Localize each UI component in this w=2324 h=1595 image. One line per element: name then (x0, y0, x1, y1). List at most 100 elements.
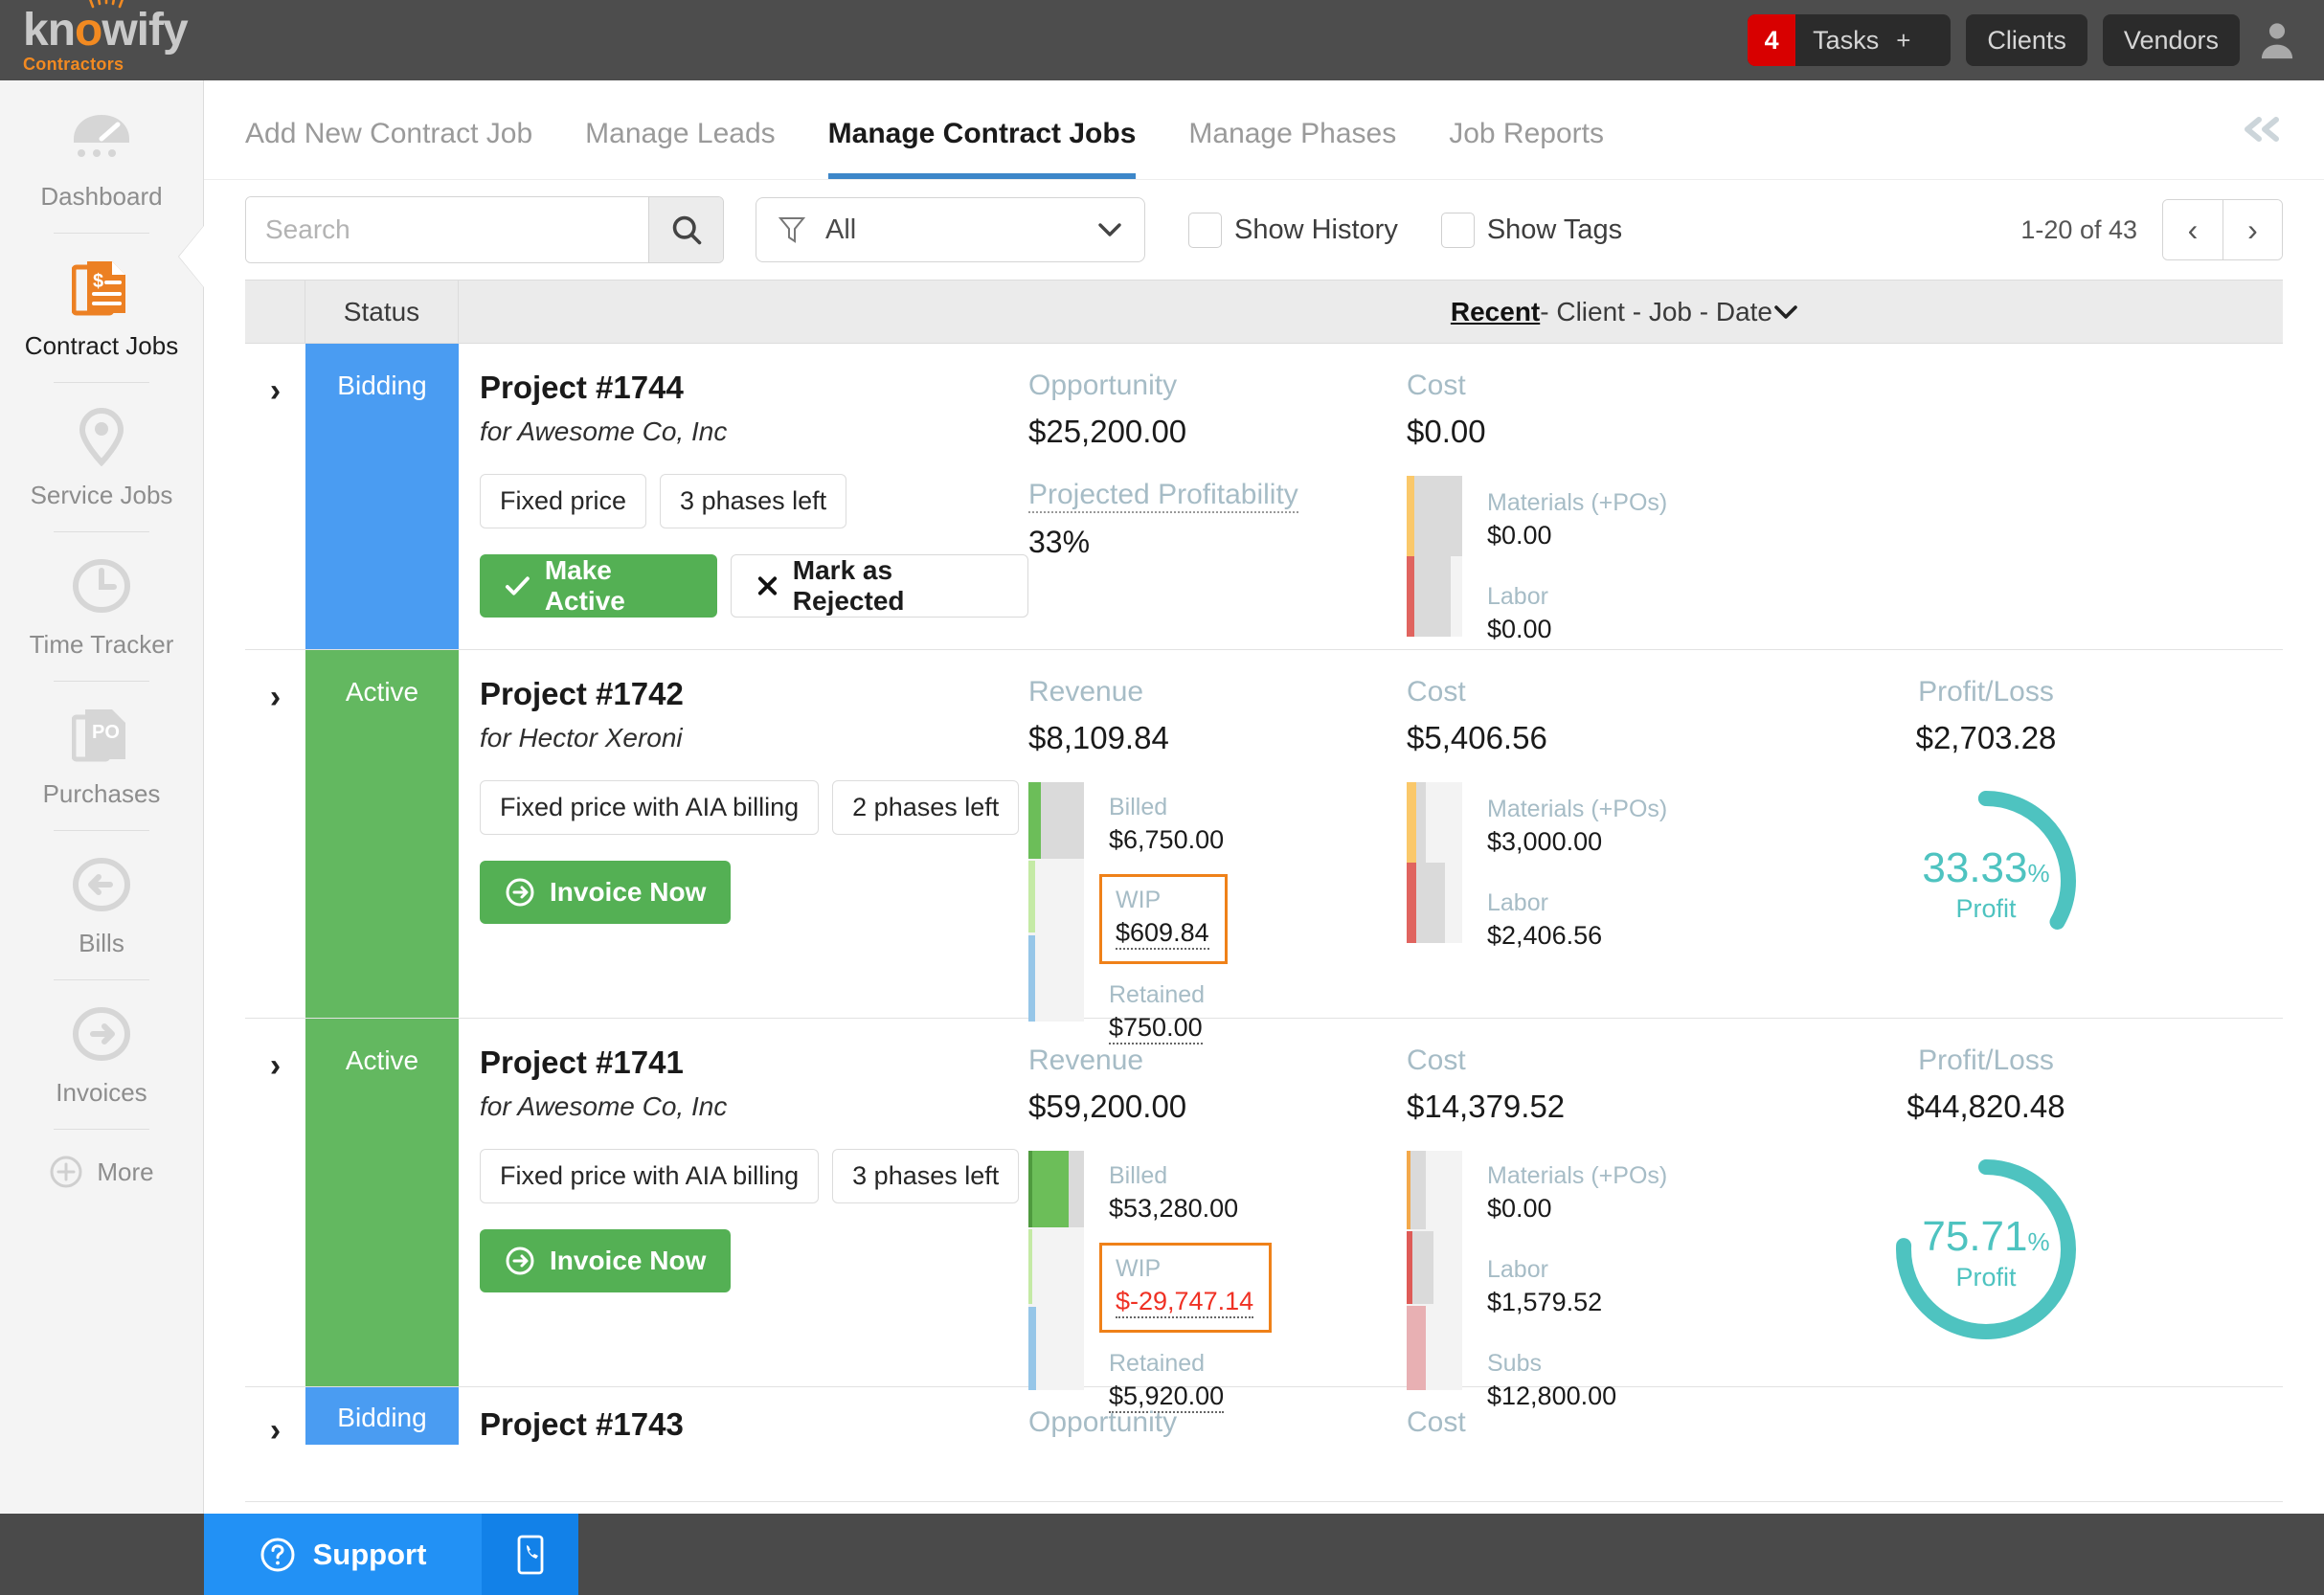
filter-value: All (825, 213, 857, 245)
tab-add-new-contract-job[interactable]: Add New Contract Job (245, 80, 532, 179)
materials-bar-grey (1410, 1151, 1426, 1229)
table-row[interactable]: › Active Project #1742 for Hector Xeroni… (245, 650, 2283, 1045)
user-avatar-icon[interactable] (2255, 18, 2299, 62)
search-input[interactable] (246, 197, 648, 262)
metric-label: Opportunity (1028, 370, 1178, 401)
job-info: Project #1744 for Awesome Co, Inc Fixed … (459, 370, 1028, 620)
row-expand-toggle[interactable]: › (245, 344, 305, 649)
vendors-button[interactable]: Vendors (2102, 14, 2240, 66)
status-filter-dropdown[interactable]: All (756, 197, 1145, 262)
tab-manage-leads[interactable]: Manage Leads (585, 80, 776, 179)
job-client: for Awesome Co, Inc (480, 1091, 728, 1121)
arrow-right-circle-icon (72, 998, 131, 1070)
wip-highlight-box[interactable]: WIP $-29,747.14 (1099, 1243, 1273, 1333)
sidebar-item-purchases[interactable]: PO Purchases (0, 699, 203, 809)
job-info: Project #1741 for Awesome Co, Inc Fixed … (459, 1045, 1028, 1358)
legend-value: $1,579.52 (1487, 1288, 1603, 1316)
support-bar: Support (0, 1514, 2324, 1595)
legend-item: Labor $2,406.56 (1487, 889, 1667, 951)
row-expand-toggle[interactable]: › (245, 650, 305, 1018)
billed-bar (1028, 782, 1041, 859)
job-title[interactable]: Project #1743 (480, 1406, 1028, 1443)
row-content: Project #1742 for Hector Xeroni Fixed pr… (459, 650, 2283, 1045)
metric-label: Cost (1407, 1045, 1466, 1076)
clients-button[interactable]: Clients (1966, 14, 2087, 66)
chevron-right-icon: › (269, 372, 282, 409)
sidebar-item-invoices[interactable]: Invoices (0, 998, 203, 1108)
table-header: Status Recent - Client - Job - Date (245, 280, 2283, 344)
legend-value: $2,406.56 (1487, 921, 1603, 950)
tab-manage-phases[interactable]: Manage Phases (1188, 80, 1396, 179)
svg-text:PO: PO (92, 722, 120, 743)
tasks-button[interactable]: 4 Tasks + (1748, 14, 1952, 66)
labor-bar (1407, 863, 1416, 943)
chevron-down-icon[interactable] (1772, 303, 1799, 321)
search-icon (672, 215, 701, 245)
tab-manage-contract-jobs[interactable]: Manage Contract Jobs (827, 80, 1137, 179)
top-bar-actions: 4 Tasks + Clients Vendors (1748, 14, 2299, 66)
sidebar-item-dashboard[interactable]: Dashboard (0, 101, 203, 212)
invoice-now-button[interactable]: Invoice Now (480, 1229, 732, 1292)
jobs-list: › Bidding Project #1744 for Awesome Co, … (245, 344, 2283, 1502)
status-label: Bidding (337, 1403, 427, 1432)
button-label: Invoice Now (550, 1246, 707, 1275)
sidebar: Dashboard $ Contract Jobs Service Jobs T… (0, 80, 205, 1514)
mark-as-rejected-button[interactable]: Mark as Rejected (730, 554, 1028, 618)
sort-control[interactable]: Recent - Client - Job - Date (459, 281, 2283, 343)
sidebar-item-contract-jobs[interactable]: $ Contract Jobs (0, 251, 203, 361)
status-badge: Bidding (305, 1387, 459, 1445)
job-title[interactable]: Project #1744 (480, 370, 1028, 406)
row-content: Project #1741 for Awesome Co, Inc Fixed … (459, 1019, 2283, 1413)
support-button[interactable]: Support (204, 1514, 482, 1595)
metric-label: Revenue (1028, 676, 1144, 708)
row-expand-toggle[interactable]: › (245, 1387, 305, 1501)
wip-highlight-box[interactable]: WIP $609.84 (1099, 874, 1228, 964)
job-client: for Awesome Co, Inc (480, 416, 728, 446)
legend-value: $0.00 (1487, 521, 1552, 550)
table-row[interactable]: › Bidding Project #1743 Opportunity Cost (245, 1387, 2283, 1502)
knowify-logo[interactable]: knowify Contractors (23, 0, 189, 74)
revenue-metric: Revenue $8,109.84 Billed $6,750.00 WIP $… (1028, 676, 1407, 1045)
table-row[interactable]: › Bidding Project #1744 for Awesome Co, … (245, 344, 2283, 650)
sort-option-recent[interactable]: Recent (1451, 297, 1540, 327)
add-task-icon[interactable]: + (1896, 26, 1929, 56)
status-badge: Active (305, 650, 459, 1018)
tab-label: Manage Contract Jobs (827, 117, 1137, 149)
job-title[interactable]: Project #1741 (480, 1045, 1028, 1081)
phone-support-button[interactable] (482, 1514, 578, 1595)
show-history-checkbox[interactable]: Show History (1188, 212, 1398, 248)
legend-item: Materials (+POs) $0.00 (1487, 489, 1667, 550)
job-tags: Fixed price with AIA billing 3 phases le… (480, 1149, 1028, 1203)
legend-value: $609.84 (1116, 918, 1209, 950)
tab-job-reports[interactable]: Job Reports (1449, 80, 1604, 179)
button-label: Mark as Rejected (792, 555, 905, 616)
invoice-now-button[interactable]: Invoice Now (480, 861, 732, 924)
sidebar-item-bills[interactable]: Bills (0, 848, 203, 958)
checkbox-box[interactable] (1440, 212, 1475, 248)
logo-text-o: o (75, 5, 102, 56)
table-row[interactable]: › Active Project #1741 for Awesome Co, I… (245, 1019, 2283, 1413)
job-title[interactable]: Project #1742 (480, 676, 1028, 712)
sidebar-item-label: Bills (79, 929, 124, 957)
search-box[interactable] (245, 196, 724, 263)
next-page-button[interactable]: › (2222, 200, 2282, 259)
make-active-button[interactable]: Make Active (480, 554, 717, 618)
sidebar-item-service-jobs[interactable]: Service Jobs (0, 400, 203, 510)
prev-page-button[interactable]: ‹ (2163, 200, 2222, 259)
sidebar-divider (54, 233, 149, 234)
show-tags-checkbox[interactable]: Show Tags (1440, 212, 1622, 248)
search-button[interactable] (648, 197, 723, 262)
sidebar-item-time-tracker[interactable]: Time Tracker (0, 550, 203, 660)
billed-bar (1028, 1151, 1069, 1227)
logo-subtitle: Contractors (23, 55, 124, 74)
checkbox-box[interactable] (1188, 212, 1222, 248)
collapse-double-chevron-left-icon[interactable] (2240, 115, 2286, 144)
sidebar-item-more[interactable]: More (49, 1155, 154, 1189)
plus-circle-icon (50, 1156, 82, 1188)
row-expand-toggle[interactable]: › (245, 1019, 305, 1386)
list-toolbar: All Show History Show Tags 1-20 of 43 ‹ … (204, 179, 2324, 280)
legend-item: Billed $53,280.00 (1109, 1162, 1272, 1224)
projected-profitability-label[interactable]: Projected Profitability (1028, 479, 1298, 513)
job-tags: Fixed price with AIA billing 2 phases le… (480, 780, 1028, 835)
labor-bar (1407, 556, 1414, 637)
